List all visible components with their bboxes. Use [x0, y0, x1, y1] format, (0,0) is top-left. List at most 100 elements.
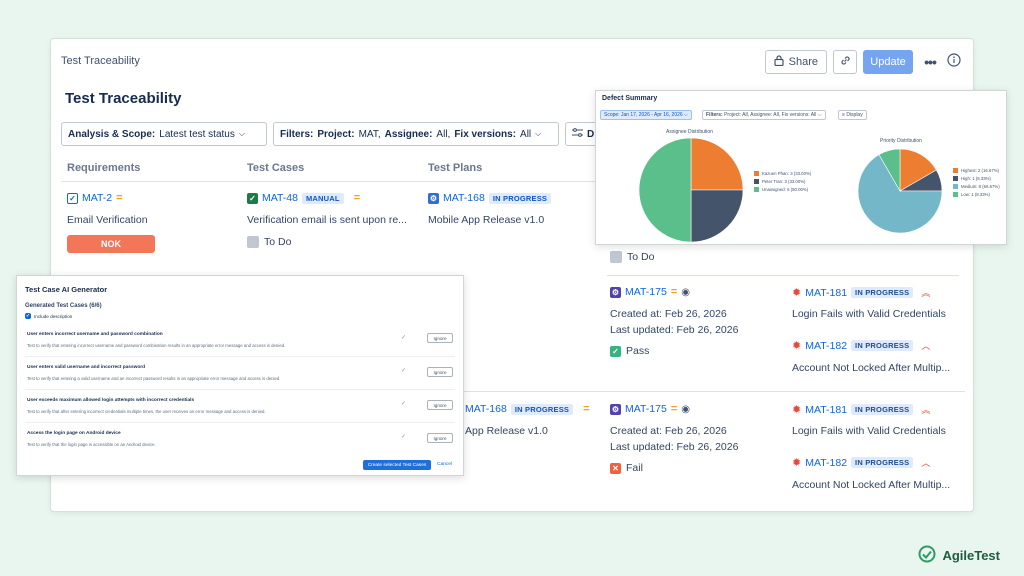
bug-icon: ✹: [792, 287, 802, 299]
created-at: Created at: Feb 26, 2026: [610, 425, 727, 437]
cancel-button[interactable]: Cancel: [437, 462, 452, 467]
priority-medium-icon: =: [583, 403, 590, 415]
display-button[interactable]: ≡ Display: [838, 110, 867, 120]
test-plan-title: Mobile App Release v1.0: [428, 214, 545, 226]
test-case-title: Verification email is sent upon re...: [247, 214, 407, 226]
execution-key: MAT-175: [625, 286, 667, 298]
defect-key: MAT-182: [805, 456, 848, 469]
chevron-down-icon: ⌵: [238, 129, 245, 138]
legend-label: Low: 1 (8.33%): [961, 192, 990, 197]
test-plan-link[interactable]: MAT-168 IN PROGRESS =: [465, 403, 590, 415]
test-execution-icon: ⚙: [610, 403, 621, 415]
pie-slice: [638, 137, 692, 243]
last-updated: Last updated: Feb 26, 2026: [610, 324, 739, 336]
defect-title: Account Not Locked After Multip...: [792, 479, 951, 491]
priority-highest-icon: ︽: [921, 405, 931, 415]
legend-swatch: [953, 192, 958, 197]
defect-link[interactable]: ✹ MAT-182 IN PROGRESS ︿: [792, 456, 930, 470]
filters-dropdown[interactable]: Filters: Project: MAT, Assignee: All, Fi…: [273, 122, 559, 146]
manual-badge: MANUAL: [301, 192, 344, 204]
priority-medium-icon: =: [353, 192, 361, 204]
result-label: Pass: [626, 345, 650, 357]
eye-icon: ◉: [681, 286, 690, 298]
share-label: Share: [788, 56, 818, 68]
more-icon[interactable]: •••: [919, 54, 941, 70]
defect-link[interactable]: ✹ MAT-181 IN PROGRESS ︽: [792, 403, 931, 417]
legend-label: High: 1 (8.33%): [961, 176, 991, 181]
test-case-description: Test to verify that entering a valid use…: [27, 376, 281, 381]
generated-count: Generated Test Cases (6/6): [25, 303, 102, 309]
create-test-cases-button[interactable]: Create selected Test Cases: [363, 460, 431, 470]
in-progress-badge: IN PROGRESS: [851, 287, 914, 298]
display-label: Display: [846, 112, 863, 118]
defect-title: Login Fails with Valid Credentials: [792, 308, 946, 320]
info-icon[interactable]: [947, 52, 961, 72]
defect-title: Login Fails with Valid Credentials: [792, 425, 946, 437]
ignore-button[interactable]: Ignore: [427, 400, 453, 410]
update-button[interactable]: Update: [863, 50, 913, 74]
pass-icon: ✓: [610, 345, 621, 357]
check-icon: ✓: [401, 335, 407, 341]
page-title: Test Traceability: [65, 90, 182, 107]
include-description-checkbox[interactable]: ✓ Include description: [25, 313, 72, 319]
test-case-title: User exceeds maximum allowed login attem…: [27, 398, 195, 403]
test-plan-title: App Release v1.0: [465, 425, 548, 437]
window-title: Test Traceability: [61, 55, 140, 67]
filters-label: Filters:: [280, 128, 314, 140]
sliders-icon: [572, 128, 583, 140]
analysis-value: Latest test status: [159, 128, 235, 140]
last-updated: Last updated: Feb 26, 2026: [610, 441, 739, 453]
row-divider: [607, 275, 959, 276]
defect-link[interactable]: ✹ MAT-182 IN PROGRESS ︿: [792, 339, 931, 353]
test-plan-link[interactable]: ⚙ MAT-168 IN PROGRESS: [428, 192, 552, 204]
brand-logo: AgileTest: [918, 545, 1000, 566]
priority-medium-icon: =: [116, 192, 123, 204]
test-case-icon: ✓: [247, 192, 258, 204]
legend-label: Kazuen Phan: 3 (33.00%): [762, 171, 812, 176]
legend-swatch: [953, 176, 958, 181]
analysis-label: Analysis & Scope:: [68, 128, 156, 140]
test-case-description: Test to verify that entering incorrect u…: [27, 343, 286, 348]
ignore-button[interactable]: Ignore: [427, 367, 453, 377]
scope-dropdown[interactable]: Scope: Jan 17, 2026 - Apr 16, 2026 ⌵: [600, 110, 692, 120]
defect-link[interactable]: ✹ MAT-181 IN PROGRESS ︽: [792, 286, 930, 300]
assignee-value: All,: [436, 128, 451, 140]
requirement-link[interactable]: ✓ MAT-2 =: [67, 192, 123, 204]
fix-versions-label: Fix versions:: [454, 128, 517, 140]
filters-dropdown[interactable]: Filters: Project: All, Assignee: All, Fi…: [702, 110, 826, 120]
execution-link[interactable]: ⚙ MAT-175 = ◉: [610, 403, 690, 415]
legend-swatch: [953, 168, 958, 173]
in-progress-badge: IN PROGRESS: [851, 340, 914, 351]
link-icon: [840, 55, 851, 69]
link-button[interactable]: [833, 50, 857, 74]
execution-link[interactable]: ⚙ MAT-175 = ◉: [610, 286, 690, 298]
bug-icon: ✹: [792, 457, 802, 469]
ignore-button[interactable]: Ignore: [427, 333, 453, 343]
include-description-label: Include description: [34, 313, 73, 319]
list-item: User exceeds maximum allowed login attem…: [25, 390, 455, 423]
result-label: Fail: [626, 462, 643, 474]
filters-label: Filters:: [706, 112, 723, 118]
sliders-icon: ≡: [842, 112, 845, 118]
pie-slice: [690, 137, 744, 191]
requirement-key: MAT-2: [82, 192, 113, 204]
analysis-scope-dropdown[interactable]: Analysis & Scope: Latest test status ⌵: [61, 122, 267, 146]
priority-medium-icon: =: [670, 286, 678, 298]
todo-icon: [247, 236, 259, 248]
share-button[interactable]: Share: [764, 50, 827, 74]
status-badge: NOK: [67, 235, 155, 253]
priority-high-icon: ︿: [921, 341, 931, 351]
result: ✕ Fail: [610, 462, 643, 474]
ignore-button[interactable]: Ignore: [427, 433, 453, 443]
list-item: User enters valid username and incorrect…: [25, 357, 455, 390]
legend-swatch: [953, 184, 958, 189]
test-case-status: To Do: [247, 236, 291, 248]
test-case-link[interactable]: ✓ MAT-48 MANUAL =: [247, 192, 360, 204]
execution-status-label: To Do: [627, 251, 655, 263]
legend-swatch: [754, 187, 759, 192]
brand-name: AgileTest: [942, 548, 1000, 563]
check-icon: ✓: [401, 434, 407, 440]
bug-icon: ✹: [792, 340, 802, 352]
legend-swatch: [754, 171, 759, 176]
legend-label: Highest: 2 (16.67%): [961, 168, 999, 173]
